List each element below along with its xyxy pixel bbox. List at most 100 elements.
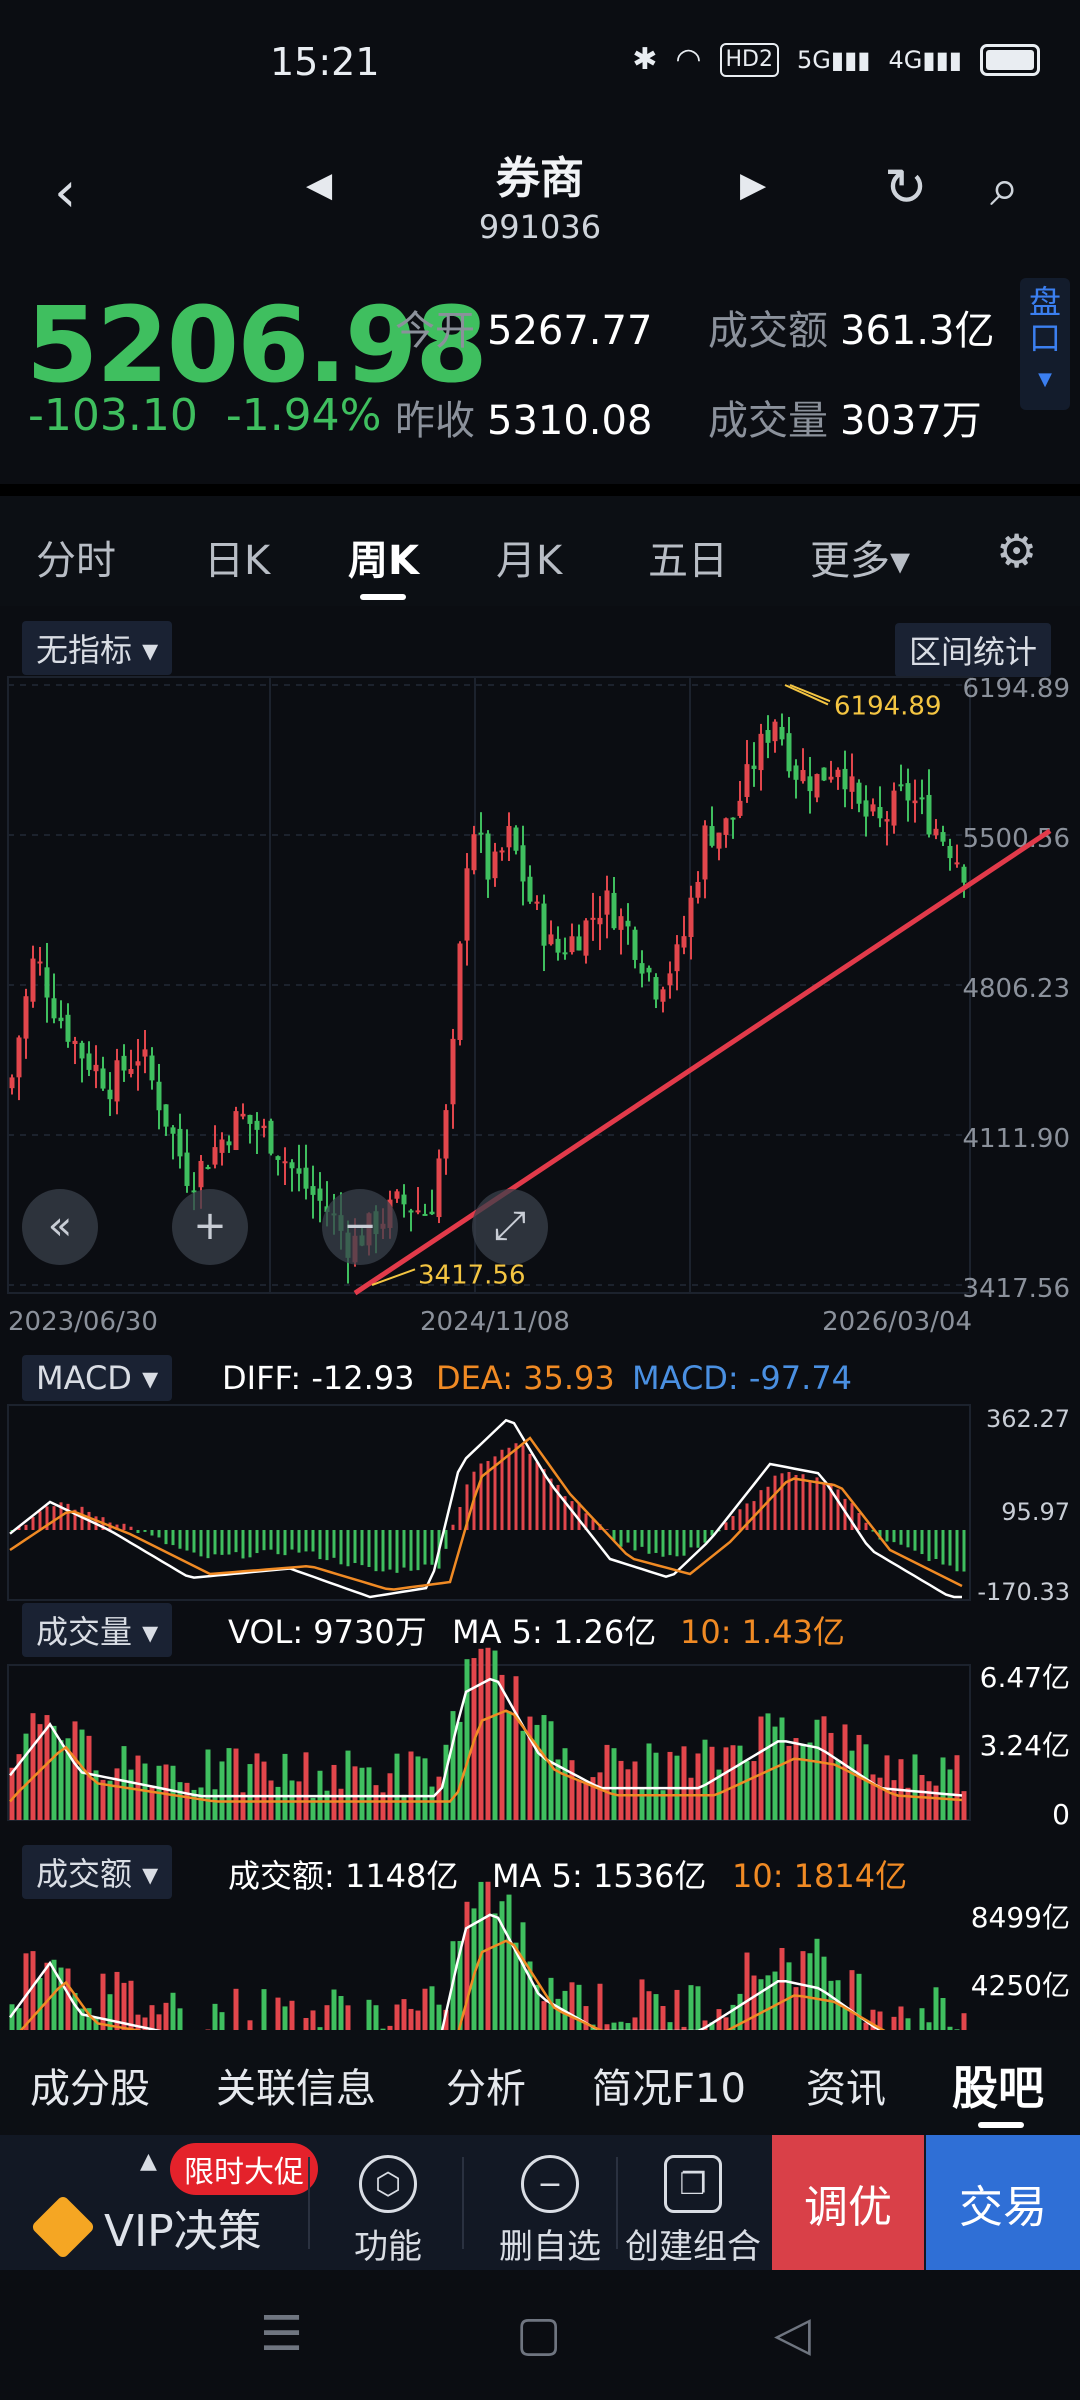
candle-body: [44, 967, 50, 998]
bottom-tabs: 成分股 关联信息 分析 简况F10 资讯 股吧: [0, 2030, 1080, 2135]
amount-bar: [282, 2006, 288, 2030]
vol-bar: [954, 1755, 960, 1820]
wifi-icon: ◠: [675, 42, 702, 77]
vol-bar: [135, 1755, 141, 1820]
home-icon[interactable]: ▢: [516, 2306, 561, 2362]
amount-bar: [247, 2020, 253, 2030]
remove-watchlist-button[interactable]: − 删自选: [482, 2155, 618, 2268]
tab-daily-k[interactable]: 日K: [204, 528, 270, 586]
candle-body: [618, 916, 624, 930]
macd-tick: 95.97: [1001, 1498, 1070, 1526]
amount-bar: [128, 1980, 134, 2030]
amount-bar: [646, 1991, 652, 2030]
vol-bar: [303, 1752, 309, 1820]
tab-components[interactable]: 成分股: [30, 2056, 150, 2114]
candle-body: [114, 1060, 120, 1102]
amount-bar: [723, 2017, 729, 2030]
gear-icon[interactable]: ⚙: [996, 524, 1037, 578]
tab-guba[interactable]: 股吧: [952, 2052, 1044, 2118]
amount-bar: [919, 2008, 925, 2030]
candle-body: [772, 721, 778, 742]
prev-stock-icon[interactable]: ◀: [306, 165, 332, 205]
candle-body: [275, 1156, 281, 1160]
candle-body: [79, 1042, 85, 1059]
function-button[interactable]: ⬡ 功能: [340, 2155, 436, 2268]
caret-up-icon: ▲: [140, 2149, 157, 2174]
vol-bar: [772, 1726, 778, 1820]
vol-bar: [401, 1794, 407, 1820]
amount-bar: [583, 2006, 589, 2030]
tab-monthly-k[interactable]: 月K: [496, 528, 562, 586]
candle-body: [9, 1077, 15, 1089]
promo-badge[interactable]: 限时大促: [170, 2143, 318, 2195]
vol-bar: [611, 1748, 617, 1820]
amount-bar: [618, 2021, 624, 2030]
create-combo-button[interactable]: ❐ 创建组合: [620, 2155, 766, 2268]
tune-button[interactable]: 调优: [772, 2135, 924, 2270]
vol-bar: [478, 1648, 484, 1820]
vol-bar: [93, 1770, 99, 1820]
macd-diff: DIFF: -12.93: [222, 1359, 415, 1397]
tab-more[interactable]: 更多▾: [810, 528, 910, 586]
candle-body: [23, 996, 29, 1039]
kline-chart[interactable]: 6194.89 5500.56 4806.23 4111.90 3417.56 6194.…: [0, 615, 1080, 2030]
amount-bar: [765, 1975, 771, 2030]
menu-icon[interactable]: ☰: [260, 2306, 303, 2362]
trendline: [353, 828, 1052, 1296]
volume-dropdown[interactable]: 成交量 ▾: [22, 1603, 173, 1657]
vol-bar: [562, 1748, 568, 1820]
amount-dropdown[interactable]: 成交额 ▾: [22, 1845, 173, 1899]
macd-dropdown[interactable]: MACD ▾: [22, 1355, 173, 1401]
amount-bar: [373, 2005, 379, 2030]
candle-body: [716, 832, 722, 849]
back-chevron-icon[interactable]: ‹: [54, 160, 76, 225]
vol-bar: [23, 1733, 29, 1820]
turnover-volume: 成交量 3037万: [708, 398, 982, 444]
tab-fenshi[interactable]: 分时: [36, 528, 116, 586]
tab-news[interactable]: 资讯: [806, 2056, 886, 2114]
refresh-icon[interactable]: ↻: [884, 158, 928, 218]
amount-bar: [170, 1992, 176, 2030]
vol-bar: [79, 1729, 85, 1820]
vol-bar: [247, 1764, 253, 1820]
vol-bar: [576, 1779, 582, 1820]
candle-body: [149, 1055, 155, 1081]
vol-bar: [170, 1765, 176, 1820]
macd-diff-line: [9, 1418, 962, 1599]
amount-ma5: MA 5: 1536亿: [492, 1857, 707, 1895]
candle-body: [520, 845, 526, 882]
open-price: 今开 5267.77: [395, 308, 653, 354]
kline-high-label: 6194.89: [834, 691, 942, 721]
kline-y-tick: 3417.56: [962, 1274, 1070, 1304]
amount-bar: [695, 1986, 701, 2030]
tab-weekly-k[interactable]: 周K: [348, 528, 419, 586]
vol-bar: [814, 1719, 820, 1820]
amount-bar: [751, 1975, 757, 2030]
amount-bar: [163, 2002, 169, 2030]
candle-body: [653, 977, 659, 1000]
tab-five-day[interactable]: 五日: [648, 528, 728, 586]
next-stock-icon[interactable]: ▶: [740, 165, 766, 205]
search-icon[interactable]: ⌕: [990, 158, 1019, 219]
vol-bar: [905, 1787, 911, 1820]
vol-bar: [492, 1650, 498, 1820]
vol-bar: [835, 1760, 841, 1820]
tab-analysis[interactable]: 分析: [446, 2056, 526, 2114]
amount-bar: [331, 1989, 337, 2030]
vol-bar: [583, 1781, 589, 1820]
candle-body: [492, 851, 498, 879]
back-icon[interactable]: ◁: [774, 2306, 811, 2362]
trade-button[interactable]: 交易: [926, 2135, 1080, 2270]
amount-bar: [667, 2022, 673, 2030]
candle-body: [639, 963, 645, 974]
candle-body: [737, 800, 743, 816]
candle-body: [800, 770, 806, 782]
tab-f10[interactable]: 简况F10: [592, 2056, 746, 2114]
tab-related[interactable]: 关联信息: [216, 2056, 376, 2114]
vip-decision-button[interactable]: VIP决策: [30, 2194, 262, 2260]
vol-bar: [394, 1753, 400, 1820]
chart-area[interactable]: 无指标 ▾ 区间统计 6194.89 5500.56 4806.23 4111.90 3…: [0, 615, 1080, 2030]
vol-bar: [597, 1772, 603, 1820]
vol-bar: [464, 1659, 470, 1820]
pankou-toggle[interactable]: 盘口 ▼: [1020, 278, 1070, 410]
